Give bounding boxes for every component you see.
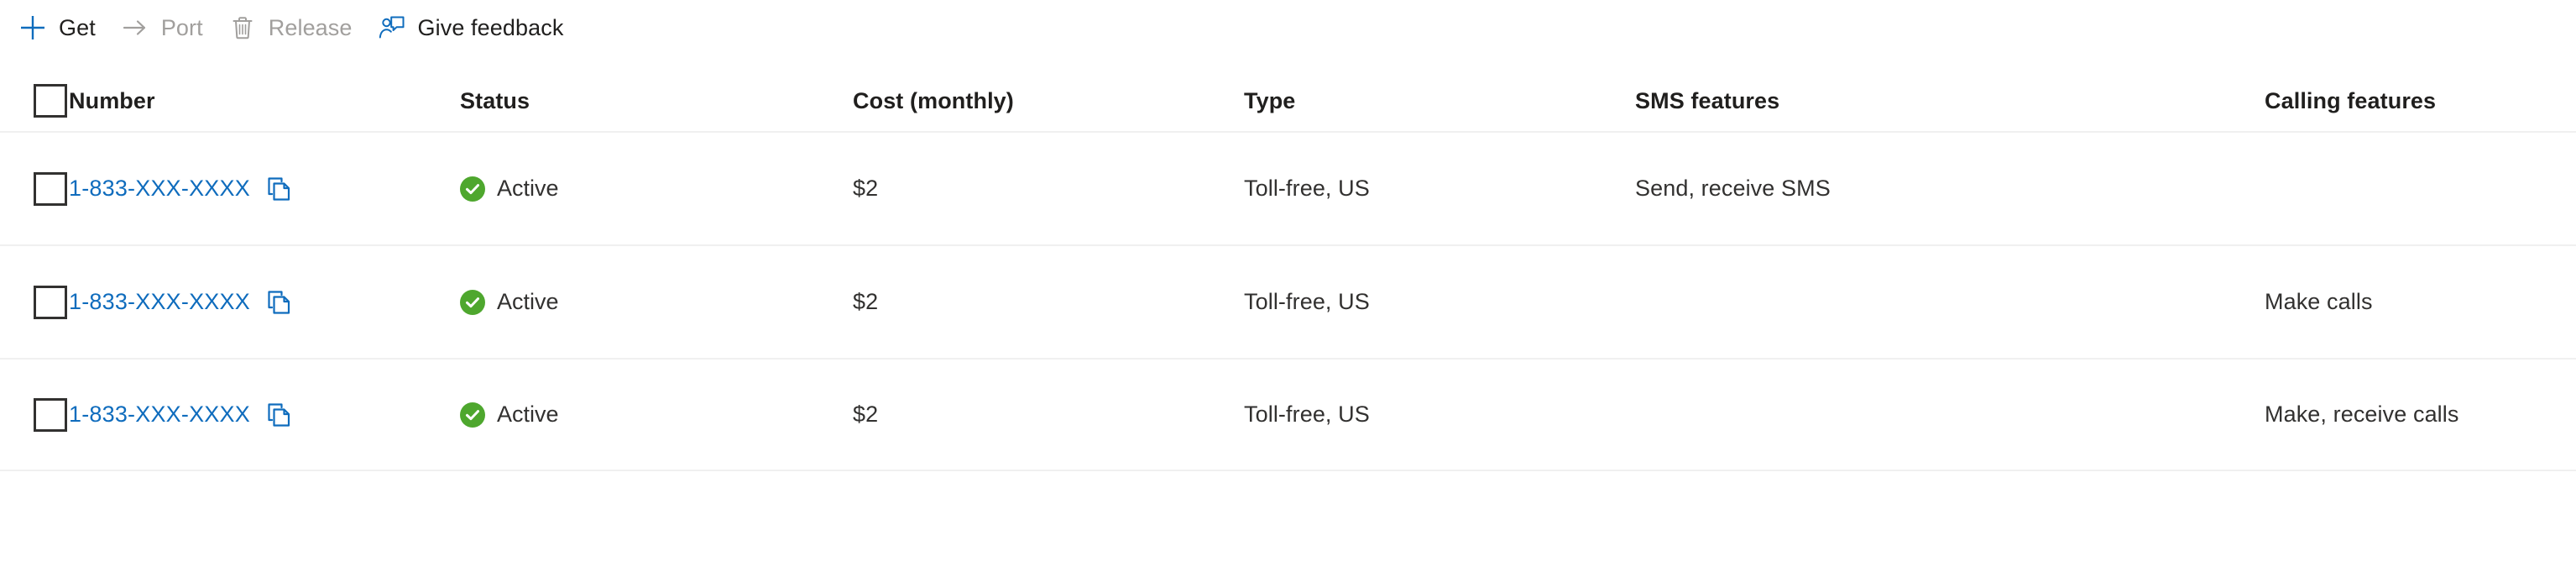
copy-icon[interactable] [265,175,294,203]
column-header-status[interactable]: Status [460,88,853,114]
give-feedback-button[interactable]: Give feedback [371,4,583,51]
cell-cost: $2 [853,289,879,314]
row-select-cell [0,285,69,319]
arrow-right-icon [121,13,149,42]
phone-numbers-table: Number Status Cost (monthly) Type SMS fe… [0,71,2576,471]
column-header-sms-features[interactable]: SMS features [1635,88,2265,114]
column-header-number[interactable]: Number [69,88,460,114]
cell-type: Toll-free, US [1244,289,1370,314]
person-feedback-icon [378,13,406,42]
check-circle-icon [460,289,485,315]
command-bar: Get Port Release Give feedback [0,0,2576,55]
status-label: Active [497,289,559,314]
release-button-label: Release [268,14,353,40]
table-row[interactable]: 1-833-XXX-XXXX [0,244,2576,358]
trash-icon [228,13,257,42]
port-button-label: Port [160,14,203,40]
phone-numbers-page: Get Port Release Give feedback Number St… [0,0,2576,567]
column-header-cost[interactable]: Cost (monthly) [853,88,1244,114]
cell-calling-features: Make calls [2265,289,2373,314]
row-checkbox[interactable] [34,285,67,319]
cell-status: Active [460,402,853,428]
row-select-cell [0,397,69,432]
status-label: Active [497,176,559,201]
select-all-cell [0,84,69,118]
column-header-calling-features[interactable]: Calling features [2265,88,2576,114]
cell-cost: $2 [853,402,879,427]
cell-calling-features: Make, receive calls [2265,402,2459,427]
cell-number: 1-833-XXX-XXXX [69,401,460,429]
table-row[interactable]: 1-833-XXX-XXXX [0,358,2576,471]
port-button[interactable]: Port [114,4,222,51]
row-checkbox[interactable] [34,171,67,206]
cell-number: 1-833-XXX-XXXX [69,175,460,203]
cell-number: 1-833-XXX-XXXX [69,288,460,317]
release-button[interactable]: Release [222,4,371,51]
phone-number-link[interactable]: 1-833-XXX-XXXX [69,289,250,315]
cell-sms-features: Send, receive SMS [1635,176,1831,201]
cell-type: Toll-free, US [1244,176,1370,201]
row-select-cell [0,171,69,206]
cell-status: Active [460,176,853,202]
table-row[interactable]: 1-833-XXX-XXXX [0,131,2576,244]
status-label: Active [497,402,559,427]
plus-icon [18,13,47,42]
table-header-row: Number Status Cost (monthly) Type SMS fe… [0,71,2576,131]
cell-cost: $2 [853,176,879,201]
column-header-type[interactable]: Type [1244,88,1635,114]
select-all-checkbox[interactable] [34,84,67,118]
cell-status: Active [460,289,853,315]
get-button[interactable]: Get [12,4,114,51]
give-feedback-button-label: Give feedback [417,14,564,40]
copy-icon[interactable] [265,401,294,429]
phone-number-link[interactable]: 1-833-XXX-XXXX [69,402,250,428]
phone-number-link[interactable]: 1-833-XXX-XXXX [69,176,250,202]
get-button-label: Get [59,14,96,40]
check-circle-icon [460,402,485,428]
check-circle-icon [460,176,485,202]
row-checkbox[interactable] [34,397,67,432]
copy-icon[interactable] [265,288,294,317]
cell-type: Toll-free, US [1244,402,1370,427]
